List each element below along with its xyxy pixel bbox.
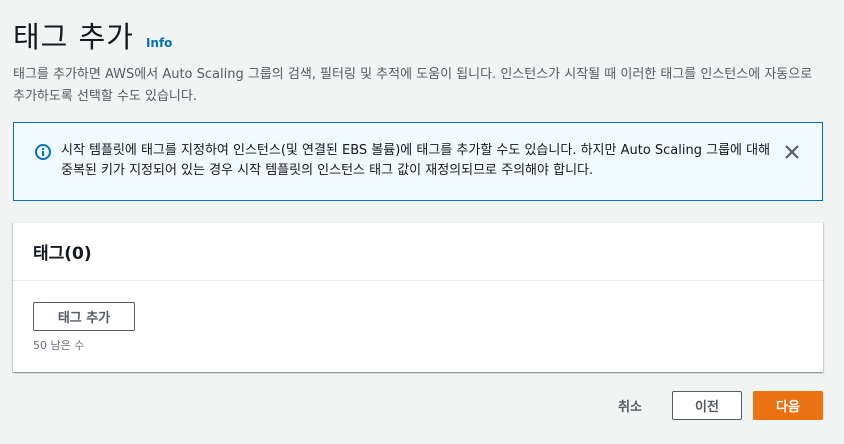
info-alert: 시작 템플릿에 태그를 지정하여 인스턴스(및 연결된 EBS 볼륨)에 태그를… — [13, 122, 823, 201]
close-icon[interactable] — [783, 143, 801, 161]
page-description: 태그를 추가하면 AWS에서 Auto Scaling 그룹의 검색, 필터링 … — [13, 67, 813, 104]
add-tag-button[interactable]: 태그 추가 — [33, 302, 135, 331]
cancel-button[interactable]: 취소 — [608, 391, 652, 420]
remaining-tags-count: 50 남은 수 — [33, 339, 85, 352]
info-link[interactable]: Info — [146, 36, 172, 50]
tags-panel-header: 태그(0) — [13, 223, 823, 281]
page-title: 태그 추가 — [13, 20, 134, 54]
info-circle-icon — [35, 144, 51, 160]
previous-button[interactable]: 이전 — [672, 391, 742, 420]
alert-message: 시작 템플릿에 태그를 지정하여 인스턴스(및 연결된 EBS 볼륨)에 태그를… — [61, 143, 771, 178]
tags-panel-title: 태그(0) — [33, 244, 92, 264]
title-row: 태그 추가 Info — [13, 14, 172, 56]
add-tags-page: 태그 추가 Info 태그를 추가하면 AWS에서 Auto Scaling 그… — [0, 0, 844, 444]
next-button[interactable]: 다음 — [753, 391, 823, 420]
wizard-footer: 취소 이전 다음 — [608, 391, 823, 420]
tags-panel: 태그(0) 태그 추가 50 남은 수 — [13, 222, 823, 372]
